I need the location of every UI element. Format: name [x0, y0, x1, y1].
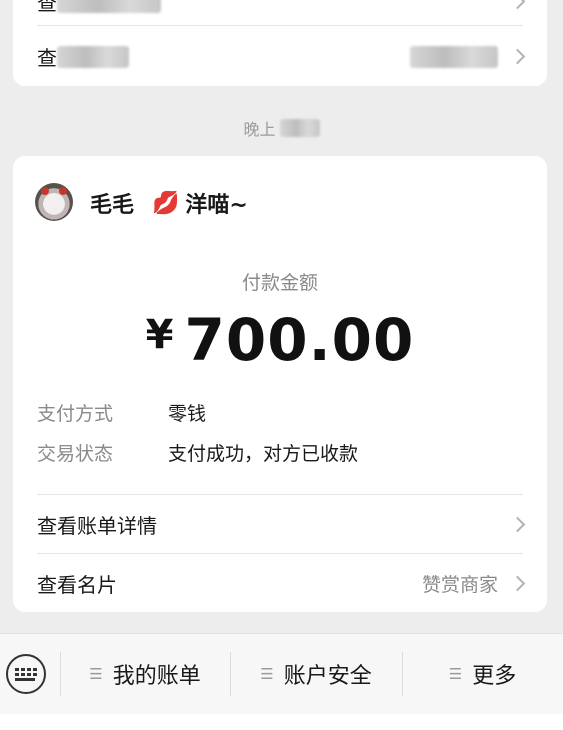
previous-row-2-label: 查: [37, 46, 57, 70]
payment-method-value: 零钱: [168, 403, 207, 425]
view-bill-details-row[interactable]: 查看账单详情: [37, 495, 526, 553]
payee: 💋 洋喵~: [152, 187, 248, 219]
timestamp-text: 晚上: [243, 120, 276, 139]
bottom-menu-bar: ☰ 我的账单 ☰ 账户安全 ☰ 更多: [0, 633, 563, 714]
chevron-right-icon: [509, 516, 526, 532]
previous-card-row-1[interactable]: 查: [37, 0, 526, 16]
payment-card: 毛毛 💋 洋喵~ 付款金额 ¥700.00 支付方式 零钱 交易状态 支付成功，…: [13, 156, 547, 612]
transaction-status-value: 支付成功，对方已收款: [168, 443, 359, 465]
chevron-right-icon: [509, 0, 526, 10]
redacted-text: [410, 45, 498, 68]
payment-method-row: 支付方式 零钱: [37, 399, 206, 426]
chevron-right-icon: [509, 575, 526, 591]
payment-method-label: 支付方式: [37, 403, 114, 425]
message-timestamp: 晚上: [0, 116, 563, 140]
redacted-text: [279, 119, 320, 137]
menu-account-security[interactable]: ☰ 账户安全: [230, 634, 402, 714]
view-business-card-label: 查看名片: [37, 572, 117, 597]
chevron-right-icon: [509, 48, 526, 65]
menu-my-bills-label: 我的账单: [112, 664, 201, 689]
menu-account-security-label: 账户安全: [283, 664, 372, 689]
payment-parties: 毛毛 💋 洋喵~: [90, 187, 248, 219]
divider: [37, 25, 523, 26]
keyboard-toggle-button[interactable]: [6, 654, 46, 694]
view-bill-details-label: 查看账单详情: [37, 513, 157, 538]
payment-amount: ¥700.00: [13, 306, 547, 374]
previous-card-row-2[interactable]: 查: [37, 42, 526, 71]
transaction-status-row: 交易状态 支付成功，对方已收款: [37, 439, 358, 466]
transaction-status-label: 交易状态: [37, 443, 114, 465]
avatar[interactable]: [35, 183, 73, 221]
previous-row-1-label: 查: [37, 0, 57, 15]
menu-my-bills[interactable]: ☰ 我的账单: [60, 634, 230, 714]
reward-merchant-text: 赞赏商家: [421, 573, 498, 596]
payer-name: 毛毛: [90, 193, 135, 218]
amount-value: 700.00: [184, 306, 415, 374]
currency-symbol: ¥: [145, 312, 175, 358]
redacted-text: [57, 0, 161, 13]
view-business-card-row[interactable]: 查看名片 赞赏商家: [37, 554, 526, 612]
menu-lines-icon: ☰: [448, 665, 463, 683]
amount-label: 付款金额: [241, 272, 318, 294]
menu-lines-icon: ☰: [260, 665, 274, 683]
bottom-safe-area: [0, 714, 563, 730]
redacted-text: [57, 45, 129, 68]
menu-more[interactable]: ☰ 更多: [402, 634, 563, 714]
menu-more-label: 更多: [472, 664, 517, 689]
previous-message-card: 查 查: [13, 0, 547, 86]
keyboard-icon: [15, 667, 37, 681]
lips-icon: 💋: [152, 190, 180, 216]
menu-lines-icon: ☰: [89, 665, 103, 683]
payee-name: 洋喵~: [185, 193, 248, 218]
